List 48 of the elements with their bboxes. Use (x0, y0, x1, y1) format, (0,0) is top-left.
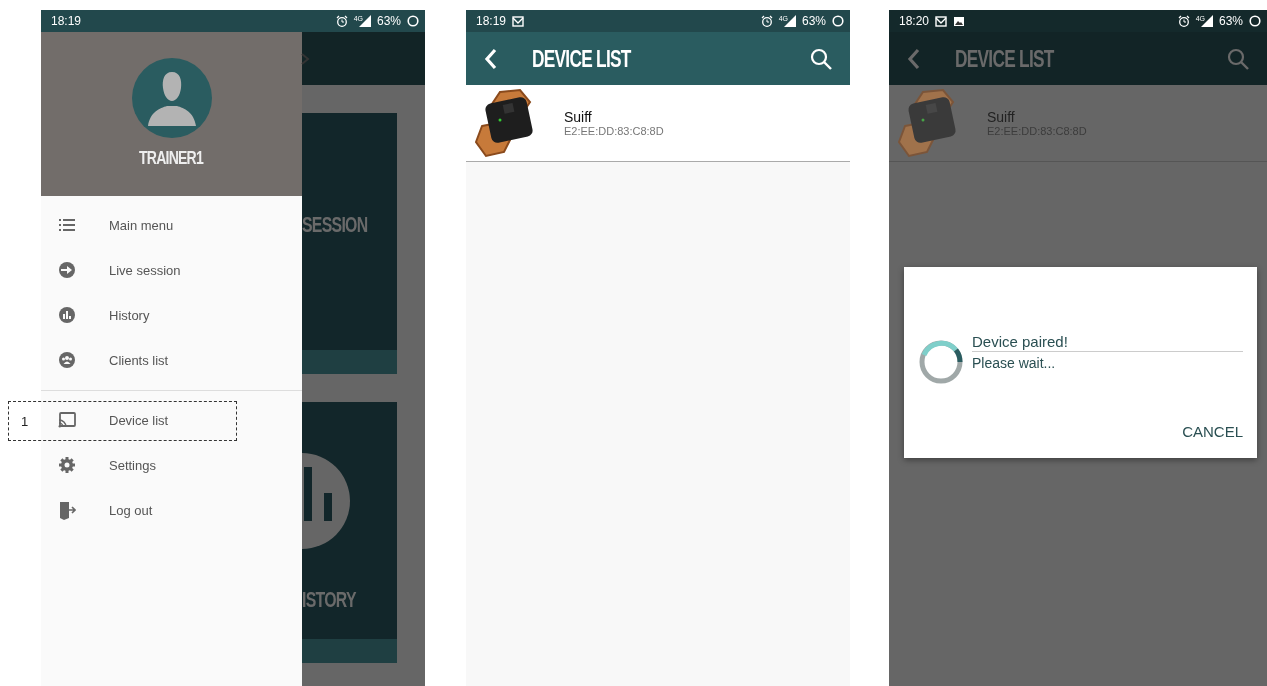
device-name: Suiff (987, 109, 1016, 125)
menu-item[interactable]: History (41, 293, 302, 338)
battery-percent: 63% (1218, 14, 1243, 28)
loading-spinner-icon (918, 339, 964, 385)
search-icon[interactable] (810, 47, 832, 70)
dialog-title: Device paired! (972, 333, 1243, 352)
chart-circle-icon (58, 305, 76, 326)
battery-ring-icon (407, 15, 419, 27)
menu-item[interactable]: Main menu (41, 203, 302, 248)
mail-icon (935, 15, 948, 27)
menu-item[interactable]: Clients list (41, 338, 302, 383)
alarm-icon (335, 15, 348, 27)
back-icon[interactable] (907, 47, 921, 70)
settings-icon (58, 455, 76, 476)
menu-item[interactable]: Live session (41, 248, 302, 293)
cancel-button[interactable]: CANCEL (1182, 419, 1243, 444)
menu-item[interactable]: Settings (41, 443, 302, 488)
screen-title: DEVICE LIST (532, 44, 632, 73)
callout-number: 1 (21, 413, 29, 429)
screen-title: DEVICE LIST (955, 44, 1055, 73)
mail-icon (512, 15, 525, 27)
card-label: SESSION (302, 211, 369, 238)
dialog-message: Please wait... (972, 355, 1057, 371)
device-address: E2:EE:DD:83:C8:8D (564, 125, 664, 137)
menu-item[interactable]: Log out (41, 488, 302, 533)
user-name: TRAINER1 (139, 148, 204, 169)
image-icon (953, 15, 966, 27)
group-icon (58, 350, 76, 371)
door-exit-icon (58, 500, 76, 521)
battery-percent: 63% (376, 14, 401, 28)
battery-ring-icon (832, 15, 844, 27)
device-drawing (474, 88, 534, 158)
clock-time: 18:19 (476, 14, 507, 28)
card-label: ISTORY (302, 586, 357, 613)
battery-ring-icon (1249, 15, 1261, 27)
menu-item[interactable]: Device list (41, 398, 302, 443)
device-drawing (897, 88, 957, 158)
clock-time: 18:19 (51, 14, 82, 28)
arrow-circle-icon (58, 260, 76, 281)
search-icon[interactable] (1227, 47, 1249, 70)
device-name: Suiff (564, 109, 593, 125)
device-row[interactable]: Suiff E2:EE:DD:83:C8:8D (466, 85, 850, 162)
battery-percent: 63% (801, 14, 826, 28)
alarm-icon (1177, 15, 1190, 27)
chevron-icon (300, 51, 310, 66)
avatar-silhouette-icon (131, 58, 212, 138)
clock-time: 18:20 (899, 14, 930, 28)
alarm-icon (760, 15, 773, 27)
